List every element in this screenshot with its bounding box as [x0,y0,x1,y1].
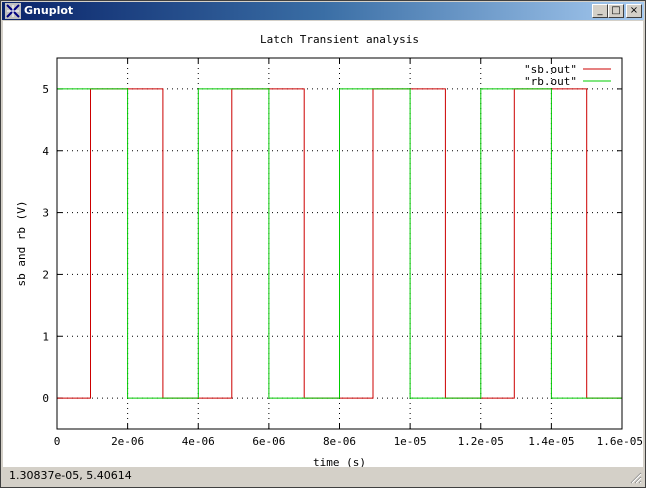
resize-grip-icon[interactable] [628,470,642,484]
gnuplot-app-icon[interactable] [5,3,21,19]
mouse-coordinates: 1.30837e-05, 5.40614 [9,469,132,482]
x-tick-label: 1e-05 [394,435,427,448]
y-tick-label: 0 [42,392,49,405]
maximize-button[interactable]: □ [608,4,624,18]
legend-label-1: "rb.out" [524,75,577,88]
x-tick-label: 1.6e-05 [597,435,643,448]
y-tick-label: 2 [42,268,49,281]
legend: "sb.out""rb.out" [524,63,611,88]
title-bar[interactable]: Gnuplot _ □ × [2,2,644,20]
y-tick-label: 5 [42,83,49,96]
chart-title: Latch Transient analysis [260,33,419,46]
series-line-1 [57,88,622,399]
plot-area[interactable]: 0 2e-06 4e-06 6e-06 8e-06 1e-05 1.2e-05 1.4e-05… [3,21,643,469]
series-layer [57,88,622,399]
plot-canvas[interactable]: 0 2e-06 4e-06 6e-06 8e-06 1e-05 1.2e-05 1.4e-05… [3,21,643,469]
close-icon: × [629,5,639,16]
x-axis-label: time (s) [313,456,366,467]
gnuplot-window: Gnuplot _ □ × 0 2e-06 4e-06 6e-06 8e-06 1e-05… [0,0,646,488]
y-tick-label: 1 [42,330,49,343]
x-tick-label: 0 [54,435,61,448]
y-tick-label: 3 [42,207,49,220]
x-tick-label: 1.4e-05 [528,435,574,448]
minimize-button[interactable]: _ [592,4,608,18]
x-tick-label: 2e-06 [111,435,144,448]
x-tick-label: 1.2e-05 [458,435,504,448]
axis-ticks: 0 2e-06 4e-06 6e-06 8e-06 1e-05 1.2e-05 1.4e-05… [42,58,643,448]
x-tick-label: 4e-06 [182,435,215,448]
x-tick-label: 8e-06 [323,435,356,448]
x-tick-label: 6e-06 [252,435,285,448]
window-title: Gnuplot [24,4,74,17]
y-tick-label: 4 [42,145,49,158]
close-button[interactable]: × [626,4,642,18]
minimize-icon: _ [597,5,603,16]
y-axis-label: sb and rb (V) [15,200,28,286]
status-bar: 1.30837e-05, 5.40614 [3,467,643,485]
maximize-icon: □ [611,5,621,16]
